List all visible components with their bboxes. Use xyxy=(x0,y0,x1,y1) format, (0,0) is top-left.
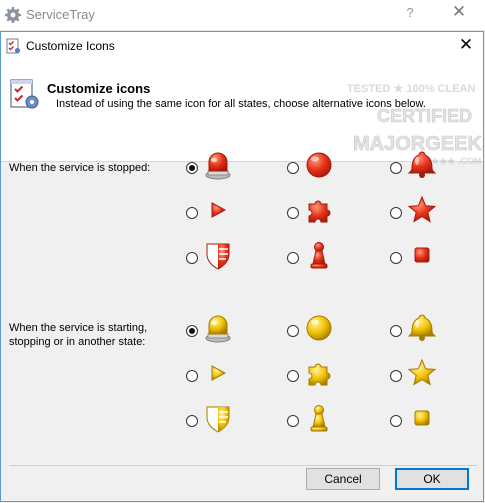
header-description: Instead of using the same icon for all s… xyxy=(56,98,426,110)
icon-option-radio[interactable] xyxy=(186,252,198,264)
icon-option-radio[interactable] xyxy=(186,415,198,427)
play-triangle-icon[interactable] xyxy=(202,194,234,229)
bell-icon[interactable] xyxy=(406,312,438,347)
icon-option-radio[interactable] xyxy=(390,162,402,174)
group-label: When the service is stopped: xyxy=(9,161,150,175)
group-label-line: stopping or in another state: xyxy=(9,336,146,348)
group-label-line: When the service is stopped: xyxy=(9,162,151,174)
shield-icon[interactable] xyxy=(202,239,234,274)
customize-icons-dialog: Customize Icons ✕ Customize icons Instea… xyxy=(0,31,484,502)
icon-option-radio[interactable] xyxy=(186,162,198,174)
ok-button[interactable]: OK xyxy=(395,468,469,490)
group-label-line: When the service is starting, xyxy=(9,322,148,334)
pawn-icon[interactable] xyxy=(303,402,335,437)
help-button[interactable]: ? xyxy=(403,5,417,20)
puzzle-piece-icon[interactable] xyxy=(303,194,335,229)
icon-option-radio[interactable] xyxy=(390,207,402,219)
icon-option-radio[interactable] xyxy=(186,207,198,219)
parent-close-button[interactable]: ✕ xyxy=(451,2,467,22)
dialog-titlebar: Customize Icons ✕ xyxy=(1,32,483,60)
circle-icon[interactable] xyxy=(303,149,335,184)
pawn-icon[interactable] xyxy=(303,239,335,274)
star-icon[interactable] xyxy=(406,194,438,229)
dialog-header: Customize icons Instead of using the sam… xyxy=(1,60,483,162)
icon-option-radio[interactable] xyxy=(287,325,299,337)
bell-icon[interactable] xyxy=(406,149,438,184)
checklist-icon xyxy=(10,79,39,109)
icon-option-radio[interactable] xyxy=(287,252,299,264)
star-icon[interactable] xyxy=(406,357,438,392)
gear-icon xyxy=(5,7,21,23)
header-title: Customize icons xyxy=(47,81,151,96)
icon-option-radio[interactable] xyxy=(186,325,198,337)
icon-option-radio[interactable] xyxy=(390,252,402,264)
icon-option-radio[interactable] xyxy=(287,162,299,174)
shield-icon[interactable] xyxy=(202,402,234,437)
parent-window-title: ServiceTray xyxy=(26,7,95,22)
puzzle-piece-icon[interactable] xyxy=(303,357,335,392)
footer-separator xyxy=(9,465,477,466)
beacon-light-icon[interactable] xyxy=(202,149,234,184)
icon-option-radio[interactable] xyxy=(287,207,299,219)
cancel-button[interactable]: Cancel xyxy=(306,468,380,490)
square-icon[interactable] xyxy=(406,402,438,437)
parent-window-titlebar: ServiceTray ? ✕ xyxy=(0,0,485,31)
beacon-light-icon[interactable] xyxy=(202,312,234,347)
icon-option-radio[interactable] xyxy=(186,370,198,382)
icon-option-radio[interactable] xyxy=(390,370,402,382)
group-label: When the service is starting, stopping or… xyxy=(9,321,147,349)
play-triangle-icon[interactable] xyxy=(202,357,234,392)
icon-option-radio[interactable] xyxy=(287,415,299,427)
icon-option-radio[interactable] xyxy=(390,415,402,427)
circle-icon[interactable] xyxy=(303,312,335,347)
checklist-icon xyxy=(6,38,21,54)
close-button[interactable]: ✕ xyxy=(456,34,476,56)
icon-option-radio[interactable] xyxy=(390,325,402,337)
icon-option-radio[interactable] xyxy=(287,370,299,382)
square-icon[interactable] xyxy=(406,239,438,274)
dialog-title: Customize Icons xyxy=(26,39,115,53)
